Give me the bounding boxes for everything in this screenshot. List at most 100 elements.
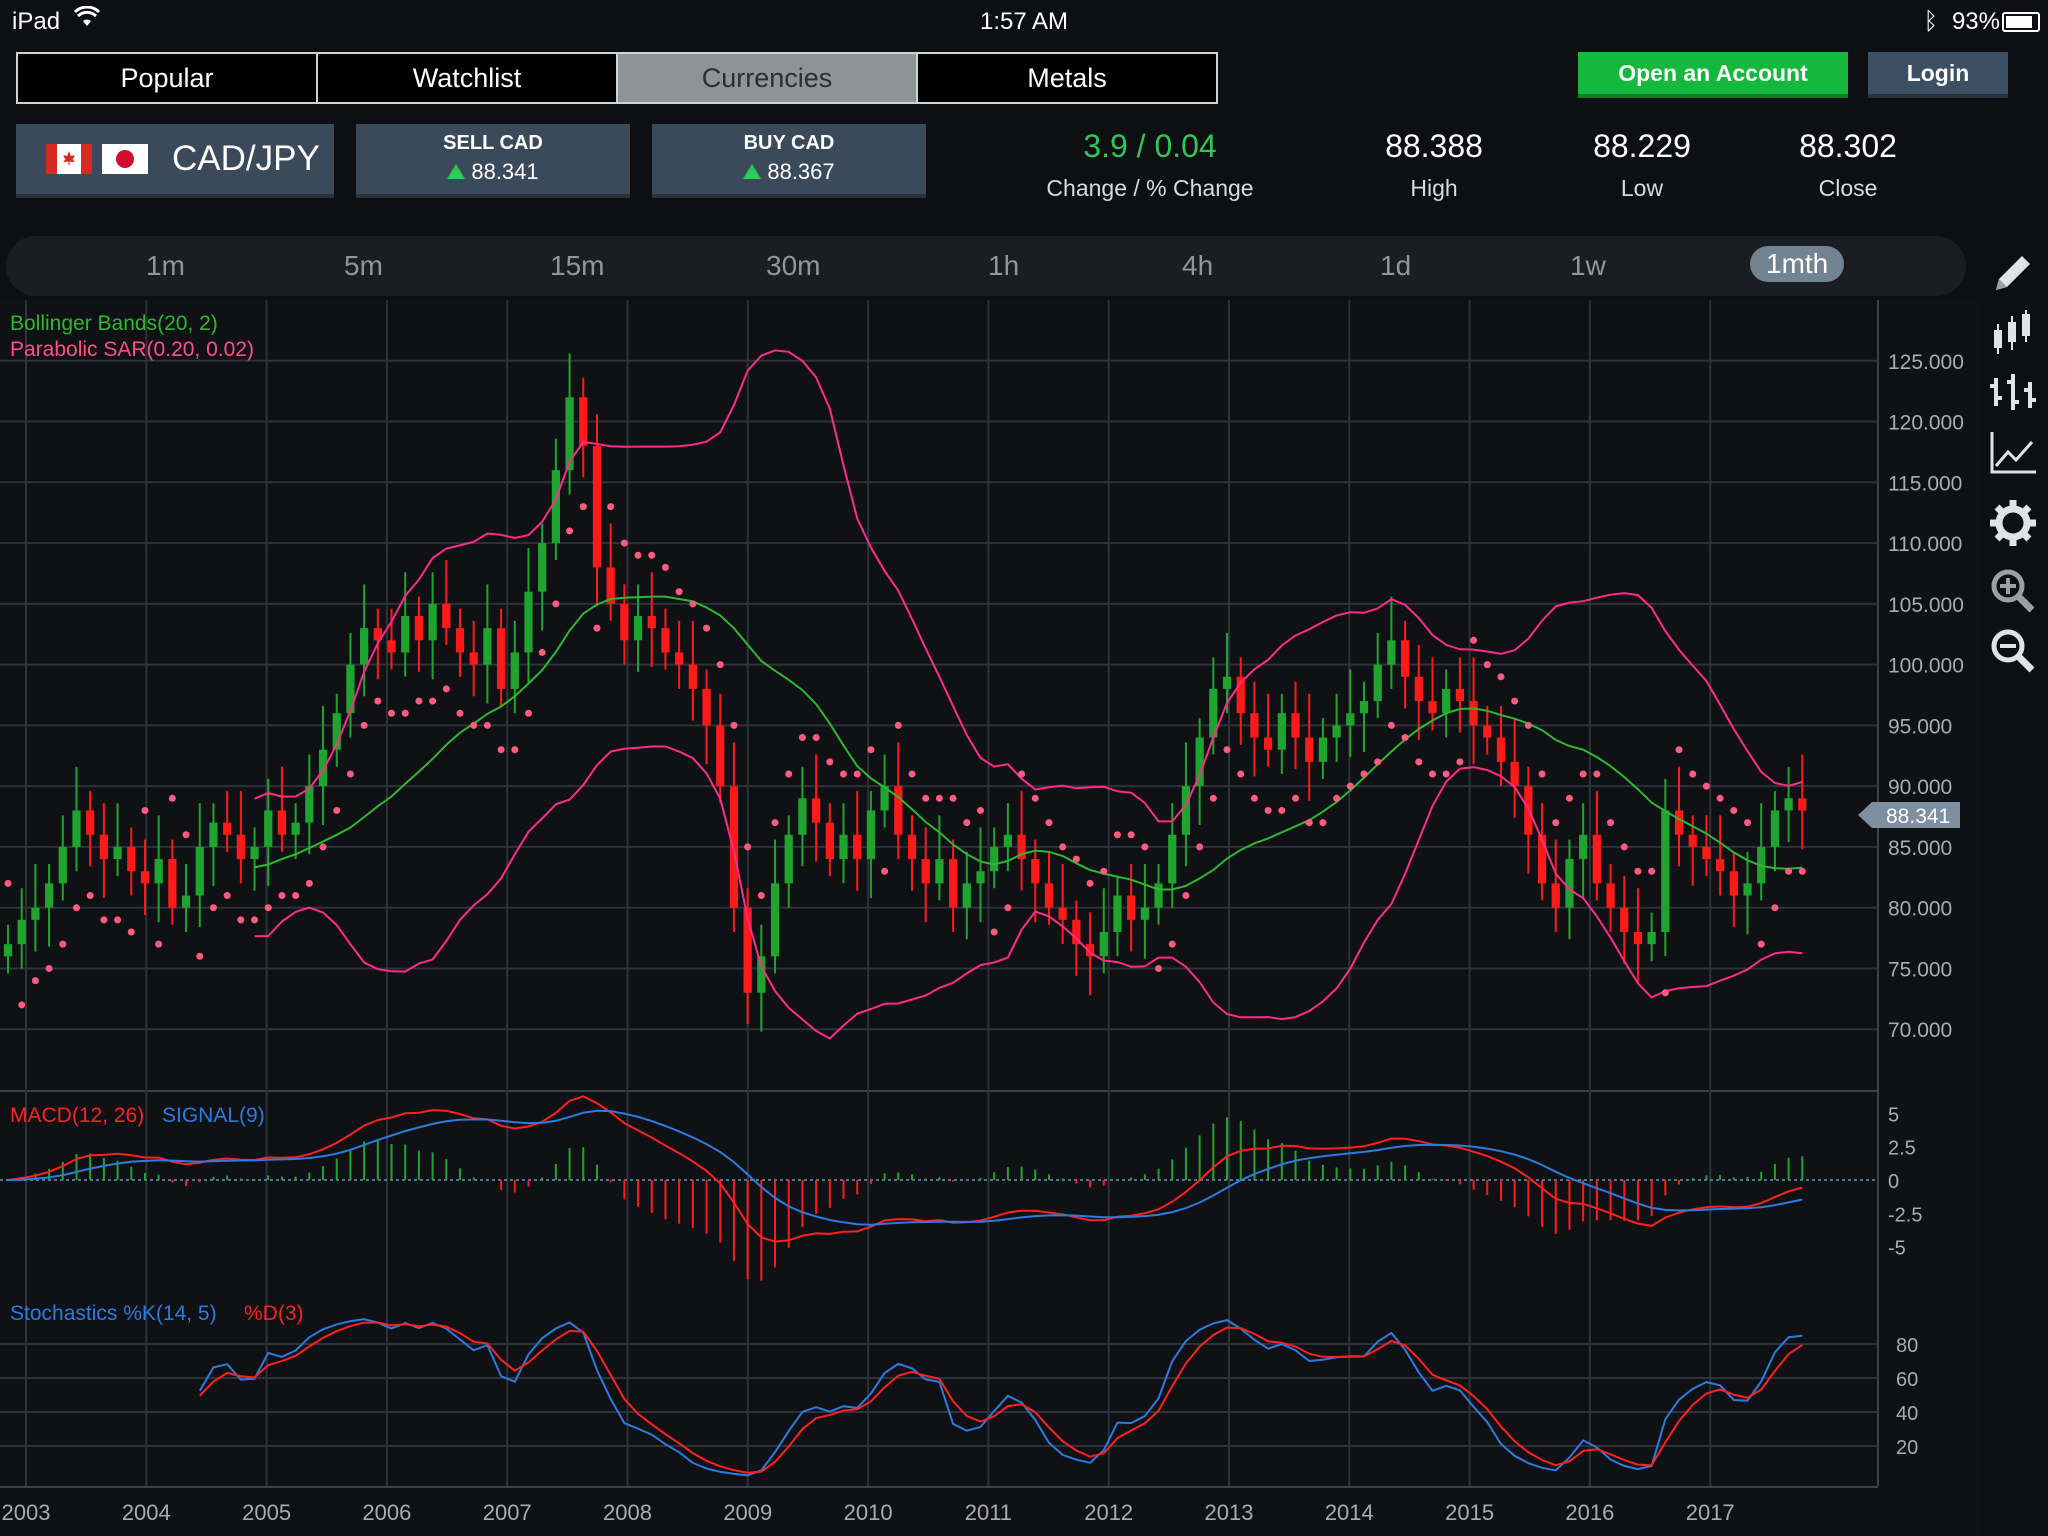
sar-dot [661, 563, 669, 571]
sar-dot [114, 916, 122, 924]
timeframe-30m[interactable]: 30m [766, 250, 820, 282]
candle-body [360, 628, 369, 665]
close-stat: 88.302 Close [1748, 128, 1948, 202]
login-button[interactable]: Login [1868, 52, 2008, 98]
candle-body [1702, 846, 1711, 860]
candle-body [839, 834, 848, 860]
sar-dot [497, 746, 505, 754]
sar-dot [18, 1001, 26, 1009]
candle-body [1222, 676, 1232, 689]
stoch-tick-label: 60 [1896, 1369, 1918, 1391]
candle-body [3, 944, 13, 957]
tab-currencies[interactable]: Currencies [618, 54, 918, 102]
candle-body [1044, 883, 1054, 908]
timeframe-1d[interactable]: 1d [1380, 250, 1411, 282]
timeframe-bar: 1m 5m 15m 30m 1h 4h 1d 1w 1mth [6, 236, 1966, 296]
timeframe-15m[interactable]: 15m [550, 250, 604, 282]
sar-dot [1442, 770, 1450, 778]
clock: 1:57 AM [979, 8, 1069, 35]
timeframe-5m[interactable]: 5m [344, 250, 383, 282]
candle-body [1770, 810, 1780, 847]
ohlc-bars-icon[interactable] [1988, 368, 2038, 418]
sar-dot [305, 879, 313, 887]
candle-body [716, 725, 725, 787]
sar-dot [566, 527, 574, 535]
year-tick-label: 2017 [1686, 1500, 1735, 1525]
sar-dot [785, 770, 793, 778]
sar-dot [648, 551, 656, 559]
sar-dot [155, 940, 163, 948]
sar-dot [894, 721, 902, 729]
candle-body [1647, 932, 1656, 945]
candle-body [825, 822, 834, 860]
timeframe-1h[interactable]: 1h [988, 250, 1019, 282]
candle-body [31, 907, 40, 920]
candle-body [1784, 798, 1793, 811]
sell-label: SELL CAD [443, 132, 543, 154]
candle-body [948, 859, 958, 908]
axis-divider [1877, 300, 1879, 1486]
candle-body [1414, 676, 1423, 702]
sar-dot [1511, 697, 1519, 705]
candle-body [510, 652, 519, 689]
candle-body [812, 798, 821, 823]
timeframe-4h[interactable]: 4h [1182, 250, 1213, 282]
timeframe-1mth[interactable]: 1mth [1750, 246, 1845, 282]
candle-body [250, 846, 259, 860]
sar-dot [744, 843, 752, 851]
tab-metals[interactable]: Metals [918, 54, 1216, 102]
price-chart[interactable]: 2003 2004 2005 2006 2007 2008 2009 2010 2011 2012… [0, 300, 1978, 1536]
pencil-icon[interactable] [1988, 248, 2038, 298]
buy-button[interactable]: BUY CAD 88.367 [652, 124, 926, 198]
candle-body [387, 640, 396, 653]
candle-body [1318, 737, 1328, 762]
candle-body [935, 859, 944, 884]
open-account-button[interactable]: Open an Account [1578, 52, 1848, 98]
sar-dot [1250, 794, 1258, 802]
tab-popular[interactable]: Popular [18, 54, 318, 102]
timeframe-1w[interactable]: 1w [1570, 250, 1606, 282]
stoch-tick-label: 80 [1896, 1335, 1918, 1357]
chart-toolbar [1978, 236, 2048, 1536]
candle-body [1606, 883, 1615, 908]
sar-dot [1387, 721, 1395, 729]
sar-dot [456, 709, 464, 717]
candle-body [1031, 859, 1040, 884]
price-tick-label: 75.000 [1888, 958, 1952, 981]
macd-label: MACD(12, 26) [10, 1104, 144, 1127]
candle-body [565, 397, 574, 471]
sar-dot [1483, 661, 1491, 669]
buy-label: BUY CAD [743, 132, 835, 154]
sar-dot [1620, 843, 1628, 851]
candle-body [661, 628, 670, 653]
zoom-out-icon[interactable] [1988, 626, 2038, 676]
price-tick-label: 85.000 [1888, 837, 1952, 860]
gear-icon[interactable] [1988, 498, 2038, 548]
sar-dot [127, 928, 135, 936]
candlestick-icon[interactable] [1988, 308, 2038, 358]
timeframe-1m[interactable]: 1m [146, 250, 185, 282]
sar-dot [1771, 904, 1779, 912]
sar-dot [1552, 819, 1560, 827]
candle-body [1305, 737, 1314, 762]
sell-price: 88.341 [471, 159, 539, 184]
sar-dot [552, 600, 560, 608]
sar-dot [1346, 782, 1354, 790]
instrument-selector[interactable]: CAD/JPY [16, 124, 334, 198]
sell-button[interactable]: SELL CAD 88.341 [356, 124, 630, 198]
candle-body [633, 616, 643, 641]
line-chart-icon[interactable] [1988, 428, 2038, 478]
sar-dot [168, 794, 176, 802]
sar-dot [1127, 831, 1135, 839]
sar-dot [4, 879, 12, 887]
sar-dot [935, 794, 943, 802]
sar-dot [1045, 819, 1053, 827]
candle-body [1127, 895, 1136, 920]
sar-dot [1470, 636, 1478, 644]
candle-body [442, 603, 451, 629]
sar-dot [579, 503, 587, 511]
tab-watchlist[interactable]: Watchlist [318, 54, 618, 102]
sar-dot [524, 709, 532, 717]
year-tick-label: 2004 [122, 1500, 171, 1525]
zoom-in-icon[interactable] [1988, 566, 2038, 616]
